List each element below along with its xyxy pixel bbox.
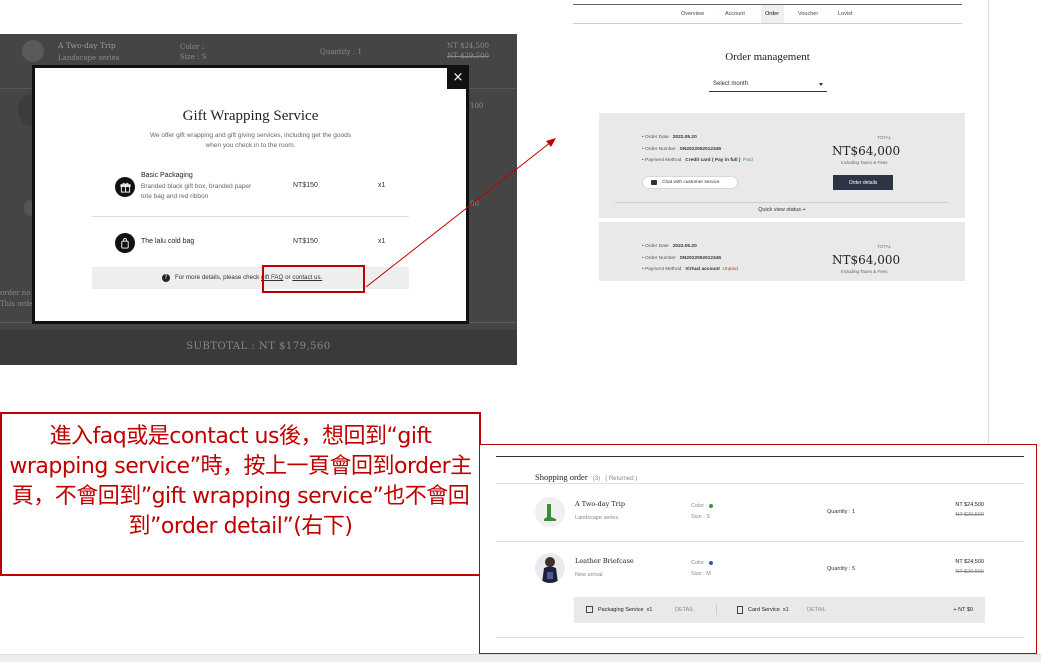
row-divider [496,483,1024,484]
annotation-note: 進入faq或是contact us後，想回到“gift wrapping ser… [0,412,481,576]
packaging-service: Packaging Service x1 [598,607,652,613]
packaging-label: Packaging Service [598,607,644,613]
product-thumb [535,553,565,583]
order-card: • Order Date 2022.05.20 • Order Number S… [599,222,965,281]
product-name[interactable]: Leather Briefcase [575,557,634,565]
total-label: TOTAL [877,135,892,140]
shopping-order-screenshot: Shopping order (3) ( Returned ) A Two-da… [479,444,1037,654]
chevron-down-icon [819,83,823,86]
chat-icon [651,180,657,185]
order-date-label: Order Date [645,244,669,249]
row-divider [496,541,1024,542]
services-total: + NT $0 [953,607,973,613]
order-date-row: • Order Date 2022.05.20 [642,135,697,140]
card-divider [615,202,949,203]
bottom-strip [0,654,1041,662]
price: NT $24,500 [955,559,984,565]
order-amount: NT$64,000 [832,144,901,158]
payment-method: Credit card ( Pay in full ) [685,158,741,163]
order-number-row: • Order Number SN2022052012345 [642,147,722,152]
order-amount: NT$64,000 [832,253,901,267]
order-date: 2022.05.20 [672,244,697,249]
quantity-label: Quantity : 5 [827,566,856,572]
product-series: Landscape series [575,515,619,521]
packaging-qty: x1 [646,607,653,613]
product-series: New arrival [575,572,603,578]
order-number-label: Order Number [645,256,676,261]
order-date-row: • Order Date 2022.05.20 [642,244,697,249]
payment-row: • Payment Method Virtual account Unpaid [642,267,738,272]
price: NT $24,500 [955,502,984,508]
payment-label: Payment Method [645,158,682,163]
order-management-title: Order management [725,51,810,63]
status-badge: Paid [743,158,753,163]
color-label: Color : [691,560,708,566]
original-price: NT $29,500 [955,512,984,518]
incl-taxes: Including Taxes & Fees [841,160,888,165]
nav-order[interactable]: Order [765,11,779,17]
order-number-label: Order Number [645,147,676,152]
color-row: Color : [691,560,714,566]
arrow-head [546,138,556,147]
chat-button-label: Chat with customer service [662,180,720,185]
nav-account[interactable]: Account [725,11,745,17]
total-label: TOTAL [877,244,892,249]
color-swatch [709,560,714,565]
incl-taxes: Including Taxes & Fees [841,269,888,274]
payment-method: Virtual account [685,267,720,272]
product-thumb [535,497,565,527]
payment-row: • Payment Method Credit card ( Pay in fu… [642,158,753,163]
card-detail-link[interactable]: DETAIL [807,607,826,613]
card-icon [737,606,743,614]
color-swatch [709,503,714,508]
card-label: Card Service [748,607,780,613]
arrow-line [365,141,552,288]
nav-overview[interactable]: Overview [681,11,704,17]
chat-button[interactable]: Chat with customer service [642,176,738,189]
nav-voucher[interactable]: Voucher [798,11,818,17]
gift-box-icon [586,606,593,613]
nav-sep: · [826,11,828,17]
section-title: Shopping order [535,472,588,482]
color-label: Color : [691,503,708,509]
nav-sep: · [788,11,790,17]
card-service: Card Service x1 [748,607,789,613]
order-number: SN2022052012345 [679,256,722,261]
payment-label: Payment Method [645,267,682,272]
order-date: 2022.05.20 [672,135,697,140]
original-price: NT $29,500 [955,569,984,575]
section-header: Shopping order (3) ( Returned ) [535,465,637,484]
right-margin-panel [988,0,1041,444]
services-bar: Packaging Service x1 DETAIL Card Service… [574,597,985,623]
section-count: (3) [592,476,601,482]
nav-sep: · [712,11,714,17]
order-date-label: Order Date [645,135,669,140]
service-divider [716,605,717,615]
section-returned: ( Returned ) [605,476,638,482]
color-row: Color : [691,503,714,509]
nav-lovist[interactable]: Lovist [838,11,852,17]
product-name[interactable]: A Two-day Trip [575,500,625,508]
size-label: Size : S [691,514,710,520]
order-card: • Order Date 2022.05.20 • Order Number S… [599,113,965,218]
quantity-label: Quantity : 1 [827,509,856,515]
annotation-text: 進入faq或是contact us後，想回到“gift wrapping ser… [9,424,472,539]
card-qty: x1 [782,607,789,613]
size-label: Size : M [691,571,711,577]
nav-sep: · [753,11,755,17]
order-number-row: • Order Number SN2022052012345 [642,256,722,261]
status-badge: Unpaid [722,267,738,272]
order-number: SN2022052012345 [679,147,722,152]
month-select[interactable]: Select month [709,78,827,92]
order-details-button[interactable]: Order details [833,175,893,190]
packaging-detail-link[interactable]: DETAIL [675,607,694,613]
quick-view-status[interactable]: Quick view status + [599,207,965,213]
nav-bottom-line [573,23,962,24]
section-top-line [496,456,1024,457]
order-details-label: Order details [848,180,878,186]
month-select-value: Select month [713,81,749,87]
row-divider [496,637,1024,638]
